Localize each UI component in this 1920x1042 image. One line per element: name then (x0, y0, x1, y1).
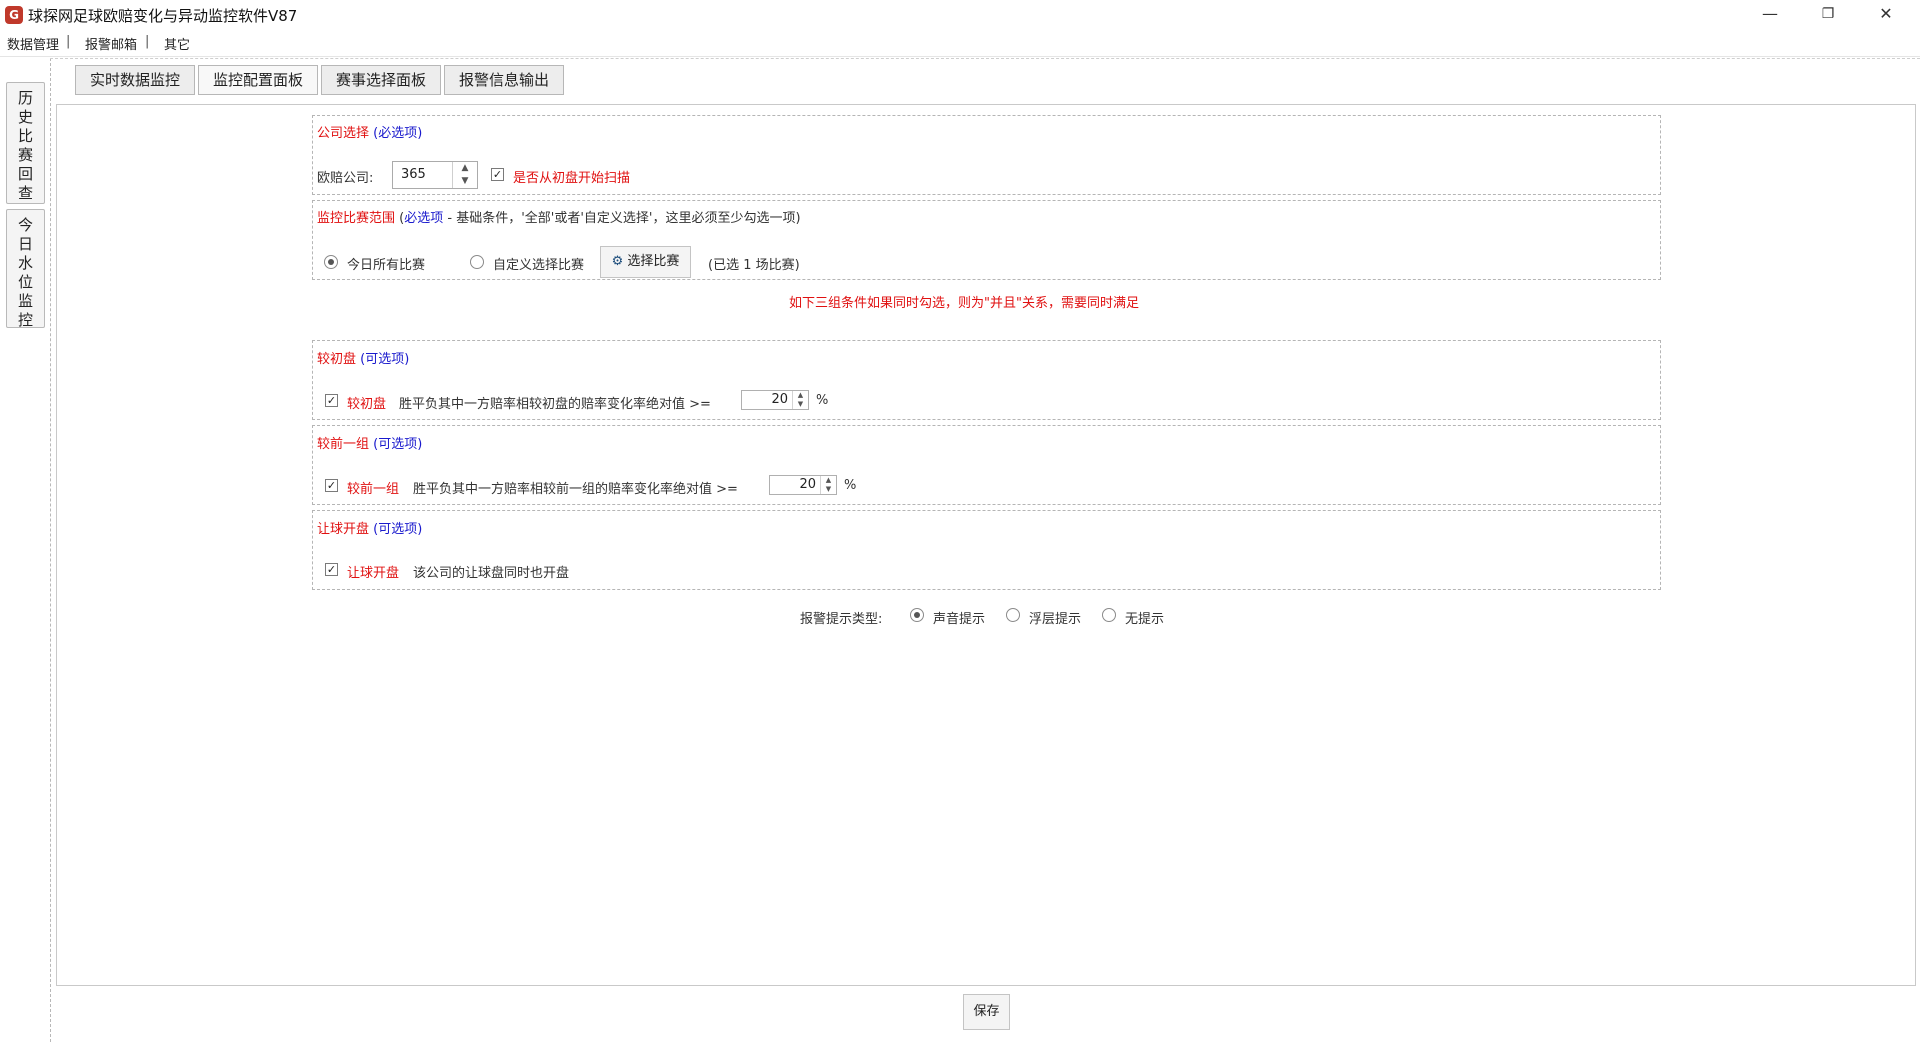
previous-desc: 胜平负其中一方赔率相较前一组的赔率变化率绝对值 >= (413, 482, 738, 497)
alert-sound-label: 声音提示 (933, 612, 986, 627)
scan-from-initial-checkbox[interactable]: ✓ (491, 168, 504, 181)
tab-monitor-config[interactable]: 监控配置面板 (198, 65, 318, 95)
handicap-checkbox[interactable]: ✓ (325, 563, 338, 576)
menu-bar (0, 30, 1920, 57)
maximize-button[interactable]: ❐ (1805, 0, 1851, 30)
range-all-radio[interactable] (324, 255, 338, 269)
save-button[interactable]: 保存 (963, 994, 1010, 1030)
select-arrow-icon: ▲ ▼ (452, 162, 477, 188)
handicap-group-title: 让球开盘 (可选项) (317, 522, 423, 537)
range-custom-radio[interactable] (470, 255, 484, 269)
scan-from-initial-label: 是否从初盘开始扫描 (513, 171, 631, 186)
alert-sound-radio[interactable] (910, 608, 924, 622)
previous-unit: % (844, 478, 857, 493)
initial-check-label: 较初盘 (347, 397, 387, 412)
handicap-desc: 该公司的让球盘同时也开盘 (413, 566, 570, 581)
tab-realtime-monitor[interactable]: 实时数据监控 (75, 65, 195, 95)
menu-separator: | (145, 34, 150, 49)
alert-type-label: 报警提示类型: (800, 612, 883, 627)
initial-desc: 胜平负其中一方赔率相较初盘的赔率变化率绝对值 >= (399, 397, 711, 412)
close-button[interactable]: ✕ (1863, 0, 1909, 30)
company-group-title: 公司选择 (必选项) (317, 126, 423, 141)
frame-divider (50, 58, 51, 1042)
side-tab-today-monitor[interactable]: 今日水位监控 (6, 209, 45, 329)
alert-none-radio[interactable] (1102, 608, 1116, 622)
range-custom-label: 自定义选择比赛 (493, 258, 585, 273)
spin-arrows-icon[interactable]: ▲ ▼ (792, 391, 808, 409)
app-icon: G (5, 6, 23, 24)
window-title: 球探网足球欧赔变化与异动监控软件V87 (28, 7, 298, 25)
select-match-button[interactable]: ⚙ 选择比赛 (600, 246, 691, 278)
alert-none-label: 无提示 (1125, 612, 1165, 627)
previous-threshold-input[interactable]: 20 ▲ ▼ (769, 475, 837, 495)
alert-popup-radio[interactable] (1006, 608, 1020, 622)
range-group-title: 监控比赛范围 (必选项 - 基础条件，'全部'或者'自定义选择'，这里必须至少勾… (317, 211, 801, 226)
range-all-label: 今日所有比赛 (347, 258, 426, 273)
menu-separator: | (66, 34, 71, 49)
gear-icon: ⚙ (611, 254, 624, 269)
previous-check-label: 较前一组 (347, 482, 400, 497)
frame-divider (50, 58, 1920, 59)
company-label: 欧赔公司: (317, 171, 374, 186)
spin-arrows-icon[interactable]: ▲ ▼ (820, 476, 836, 494)
tab-match-select[interactable]: 赛事选择面板 (321, 65, 441, 95)
menu-other[interactable]: 其它 (164, 34, 190, 53)
initial-group-title: 较初盘 (可选项) (317, 352, 410, 367)
previous-group-title: 较前一组 (可选项) (317, 437, 423, 452)
menu-data-management[interactable]: 数据管理 (7, 34, 59, 53)
initial-checkbox[interactable]: ✓ (325, 394, 338, 407)
company-select[interactable]: 365 ▲ ▼ (392, 161, 478, 189)
selected-count: (已选 1 场比赛) (708, 258, 800, 273)
initial-threshold-input[interactable]: 20 ▲ ▼ (741, 390, 809, 410)
tab-alert-output[interactable]: 报警信息输出 (444, 65, 564, 95)
side-tab-history[interactable]: 历史比赛回查 (6, 82, 45, 204)
side-tab-history-label: 历史比赛回查 (17, 89, 33, 202)
side-tab-today-label: 今日水位监控 (17, 216, 33, 329)
menu-alert-email[interactable]: 报警邮箱 (85, 34, 137, 53)
alert-popup-label: 浮层提示 (1029, 612, 1082, 627)
initial-unit: % (816, 393, 829, 408)
previous-checkbox[interactable]: ✓ (325, 479, 338, 492)
and-condition-notice: 如下三组条件如果同时勾选，则为"并且"关系，需要同时满足 (789, 296, 1139, 311)
minimize-button[interactable]: — (1747, 0, 1793, 30)
handicap-check-label: 让球开盘 (347, 566, 400, 581)
